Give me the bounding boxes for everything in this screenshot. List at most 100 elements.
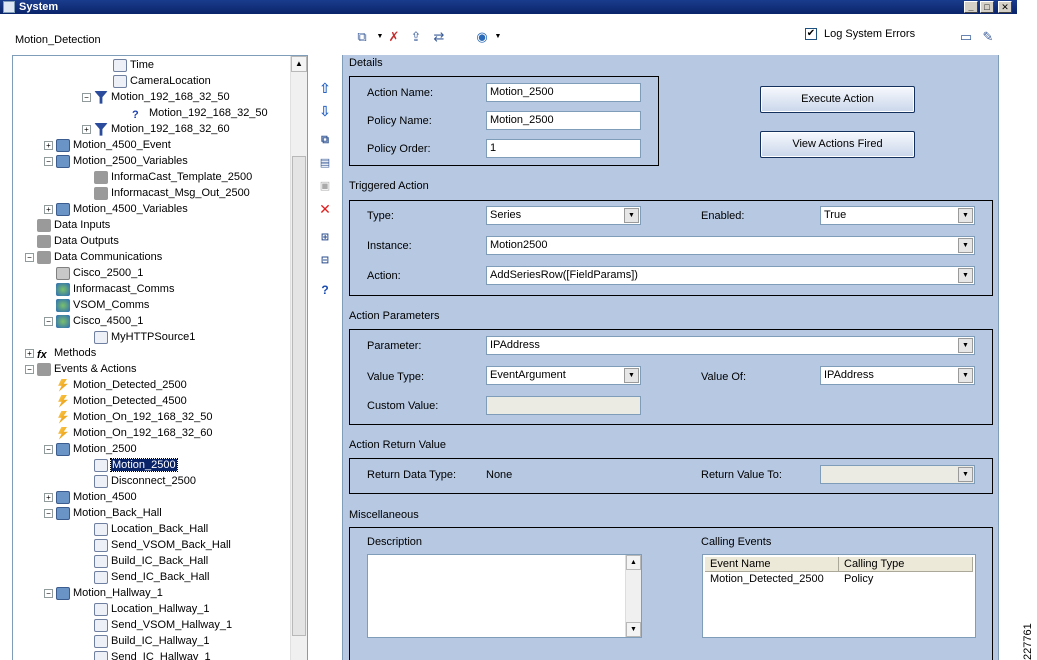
scroll-up-icon[interactable]: ▲ (291, 56, 307, 72)
tree-item[interactable]: + fx Methods (25, 345, 96, 361)
chevron-down-icon[interactable]: ▼ (958, 208, 973, 223)
remove-item-icon[interactable]: ✗ (385, 28, 403, 46)
edit-icon[interactable]: ✎ (979, 28, 997, 46)
tree-item[interactable]: Cisco_2500_1 (44, 265, 143, 281)
tree-item[interactable]: − Motion_192_168_32_50 (82, 89, 230, 105)
import-icon[interactable]: ⇪ (407, 28, 425, 46)
tree-item[interactable]: Data Outputs (25, 233, 119, 249)
delete-icon[interactable]: ✕ (317, 201, 333, 217)
expand-node-icon[interactable]: + (25, 348, 34, 358)
scroll-down-icon[interactable]: ▼ (626, 622, 641, 637)
enabled-select[interactable]: True ▼ (820, 206, 975, 225)
expand-icon[interactable]: ⊞ (317, 230, 333, 246)
tree-item[interactable]: Motion_Detected_4500 (44, 393, 187, 409)
scroll-up-icon[interactable]: ▲ (626, 555, 641, 570)
tree-item[interactable]: InformaCast_Template_2500 (82, 169, 252, 185)
tree-item[interactable]: − Motion_Hallway_1 (44, 585, 163, 601)
expand-node-icon[interactable]: + (44, 492, 53, 502)
chevron-down-icon[interactable]: ▼ (624, 208, 639, 223)
tree-item[interactable]: − Cisco_4500_1 (44, 313, 143, 329)
window-title-bar[interactable]: System _ □ ✕ (0, 0, 1017, 14)
tree-item[interactable]: − Motion_Back_Hall (44, 505, 162, 521)
description-scrollbar[interactable]: ▲ ▼ (625, 555, 641, 637)
tree-item[interactable]: Send_VSOM_Hallway_1 (82, 617, 232, 633)
description-textarea[interactable]: ▲ ▼ (367, 554, 642, 638)
value-of-select[interactable]: IPAddress ▼ (820, 366, 975, 385)
copy-icon[interactable]: ⧉ (317, 132, 333, 148)
move-up-icon[interactable]: ⇧ (317, 80, 333, 96)
value-type-select[interactable]: EventArgument ▼ (486, 366, 641, 385)
scroll-thumb[interactable] (292, 156, 306, 636)
maximize-button[interactable]: □ (980, 1, 994, 13)
instance-select[interactable]: Motion2500 ▼ (486, 236, 975, 255)
chevron-down-icon[interactable]: ▼ (958, 238, 973, 253)
chevron-down-icon[interactable]: ▼ (958, 467, 973, 482)
paste-icon[interactable]: ▤ (317, 155, 333, 171)
column-header-calling-type[interactable]: Calling Type (839, 557, 973, 572)
return-value-to-select[interactable]: ▼ (820, 465, 975, 484)
tree-item[interactable]: − Data Communications (25, 249, 162, 265)
collapse-node-icon[interactable]: − (44, 444, 53, 454)
tree-item[interactable]: Disconnect_2500 (82, 473, 196, 489)
chevron-down-icon[interactable]: ▼ (958, 338, 973, 353)
tree-item[interactable]: Send_VSOM_Back_Hall (82, 537, 231, 553)
tree-item[interactable]: − Motion_2500 (44, 441, 137, 457)
help-icon[interactable]: ? (317, 282, 333, 298)
execute-action-button[interactable]: Execute Action (760, 86, 915, 113)
tree-item[interactable]: + Motion_4500_Event (44, 137, 171, 153)
policy-order-input[interactable]: 1 (486, 139, 641, 158)
tree-scrollbar[interactable]: ▲ (290, 56, 307, 660)
custom-value-input[interactable] (486, 396, 641, 415)
tree-item[interactable]: − Events & Actions (25, 361, 137, 377)
table-cell-calling-type[interactable]: Policy (844, 572, 873, 587)
collapse-node-icon[interactable]: − (44, 316, 53, 326)
collapse-node-icon[interactable]: − (25, 364, 34, 374)
expand-node-icon[interactable]: + (82, 124, 91, 134)
tree-item[interactable]: Motion_On_192_168_32_50 (44, 409, 212, 425)
policy-name-input[interactable]: Motion_2500 (486, 111, 641, 130)
tree-item[interactable]: Time (101, 57, 154, 73)
globe-dropdown-icon[interactable]: ▼ (489, 28, 507, 46)
tree-item[interactable]: + Motion_4500 (44, 489, 137, 505)
tree-item[interactable]: Build_IC_Hallway_1 (82, 633, 209, 649)
new-item-icon[interactable]: ⧉ (353, 28, 371, 46)
tree-item[interactable]: Build_IC_Back_Hall (82, 553, 208, 569)
tree-item[interactable]: Motion_On_192_168_32_60 (44, 425, 212, 441)
tree-item[interactable]: Location_Back_Hall (82, 521, 208, 537)
chevron-down-icon[interactable]: ▼ (958, 368, 973, 383)
tree-item[interactable]: + Motion_192_168_32_60 (82, 121, 230, 137)
view-actions-fired-button[interactable]: View Actions Fired (760, 131, 915, 158)
preview-icon[interactable]: ▭ (957, 28, 975, 46)
chevron-down-icon[interactable]: ▼ (624, 368, 639, 383)
export-icon[interactable]: ⇄ (430, 28, 448, 46)
table-cell-event-name[interactable]: Motion_Detected_2500 (710, 572, 824, 587)
tree-item[interactable]: VSOM_Comms (44, 297, 149, 313)
type-select[interactable]: Series ▼ (486, 206, 641, 225)
action-name-input[interactable]: Motion_2500 (486, 83, 641, 102)
close-button[interactable]: ✕ (998, 1, 1012, 13)
minimize-button[interactable]: _ (964, 1, 978, 13)
tree-item[interactable]: CameraLocation (101, 73, 211, 89)
tree-item[interactable]: ? Motion_192_168_32_50 (120, 105, 268, 121)
tree-item[interactable]: Data Inputs (25, 217, 110, 233)
collapse-node-icon[interactable]: − (82, 92, 91, 102)
tree-item[interactable]: Location_Hallway_1 (82, 601, 209, 617)
tree-item[interactable]: − Motion_2500_Variables (44, 153, 188, 169)
calling-events-table[interactable]: Event Name Calling Type Motion_Detected_… (702, 554, 976, 638)
move-down-icon[interactable]: ⇩ (317, 103, 333, 119)
collapse-node-icon[interactable]: − (25, 252, 34, 262)
tree-item[interactable]: Motion_Detected_2500 (44, 377, 187, 393)
project-tree[interactable]: Time CameraLocation − Motion_192_168_32_50?… (12, 55, 308, 660)
checkmark-icon[interactable]: ✔ (805, 28, 817, 41)
column-header-event-name[interactable]: Event Name (705, 557, 839, 572)
tree-item[interactable]: Motion_2500 (82, 457, 178, 473)
chevron-down-icon[interactable]: ▼ (958, 268, 973, 283)
tree-item[interactable]: MyHTTPSource1 (82, 329, 195, 345)
tree-item[interactable]: Informacast_Msg_Out_2500 (82, 185, 250, 201)
log-errors-checkbox[interactable]: ✔ Log System Errors (805, 28, 915, 41)
tree-item[interactable]: + Motion_4500_Variables (44, 201, 188, 217)
parameter-select[interactable]: IPAddress ▼ (486, 336, 975, 355)
expand-node-icon[interactable]: + (44, 204, 53, 214)
collapse-node-icon[interactable]: − (44, 588, 53, 598)
tree-item[interactable]: Send_IC_Back_Hall (82, 569, 209, 585)
